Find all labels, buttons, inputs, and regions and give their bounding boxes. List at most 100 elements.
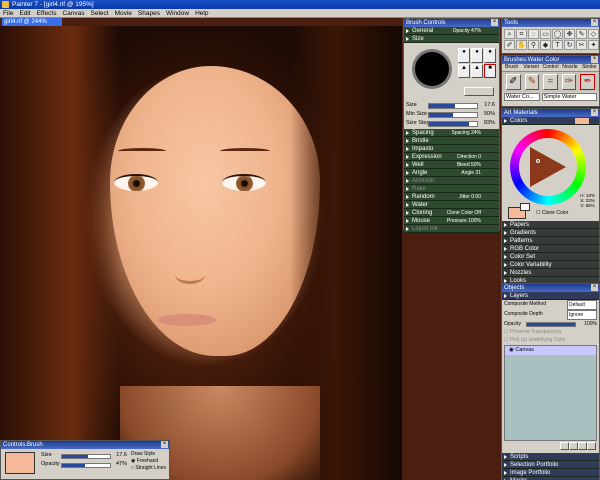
section-rake[interactable]: Rake: [404, 185, 499, 193]
dropper-icon[interactable]: ⚲: [528, 40, 539, 50]
menu-window[interactable]: Window: [166, 10, 189, 17]
dab-shape-4[interactable]: ▲: [458, 63, 470, 78]
layer-canvas-row[interactable]: ◉ Canvas: [505, 346, 596, 355]
section-bristle[interactable]: Bristle: [404, 137, 499, 145]
eye-icon[interactable]: ◉: [509, 347, 514, 353]
dab-shape-1[interactable]: ●: [458, 48, 470, 63]
brush-variant-select[interactable]: Simple Water: [541, 93, 597, 101]
expand-triangle-icon[interactable]: [406, 227, 409, 231]
menu-file[interactable]: File: [3, 10, 13, 17]
section-well[interactable]: Well Bleed 50%: [404, 161, 499, 169]
painting-canvas[interactable]: [0, 26, 402, 480]
expand-triangle-icon[interactable]: [504, 247, 507, 251]
menu-effects[interactable]: Effects: [37, 10, 57, 17]
close-icon[interactable]: ×: [591, 19, 598, 26]
expand-triangle-icon[interactable]: [406, 163, 409, 167]
brush-icon-1[interactable]: ✐: [506, 74, 521, 90]
oval-select-icon[interactable]: ◯: [552, 29, 563, 39]
section-expression[interactable]: Expression Direction 0: [404, 153, 499, 161]
section-spacing[interactable]: Spacing Spacing 24%: [404, 129, 499, 137]
section-color-set[interactable]: Color Set: [502, 253, 599, 261]
clone-color-checkbox[interactable]: ☐ Clone Color: [536, 210, 568, 216]
section-rgb-color[interactable]: RGB Color: [502, 245, 599, 253]
dab-shape-6[interactable]: ■: [484, 63, 496, 78]
expand-triangle-icon[interactable]: [504, 255, 507, 259]
expand-triangle-icon[interactable]: [504, 271, 507, 275]
saturation-triangle[interactable]: [530, 147, 566, 187]
close-icon[interactable]: ×: [491, 19, 498, 26]
dab-shape-2[interactable]: ●: [471, 48, 483, 63]
expand-triangle-icon[interactable]: [406, 195, 409, 199]
brush-icon-watercolor-selected[interactable]: ✒: [580, 74, 595, 90]
expand-triangle-icon[interactable]: [406, 155, 409, 159]
section-size[interactable]: Size: [404, 35, 499, 43]
section-mouse[interactable]: Mouse Pressure 100%: [404, 217, 499, 225]
expand-triangle-icon[interactable]: [406, 139, 409, 143]
section-angle[interactable]: Angle Angle 31: [404, 169, 499, 177]
expand-triangle-icon[interactable]: [504, 239, 507, 243]
section-papers[interactable]: Papers: [502, 221, 599, 229]
expand-triangle-icon[interactable]: [406, 179, 409, 183]
layer-opacity-slider[interactable]: [526, 322, 576, 327]
hue-ring[interactable]: [510, 129, 586, 205]
controls-opacity-slider[interactable]: [61, 463, 111, 468]
section-general[interactable]: General Opacity 47%: [404, 27, 499, 35]
brush-icon-4[interactable]: ✑: [561, 74, 577, 90]
expand-triangle-icon[interactable]: [406, 131, 409, 135]
shape-icon[interactable]: ◇: [588, 29, 599, 39]
zoom-icon[interactable]: ⌕: [504, 29, 515, 39]
menu-help[interactable]: Help: [195, 10, 208, 17]
layer-options-icon[interactable]: [569, 442, 578, 450]
section-random[interactable]: Random Jitter 0.00: [404, 193, 499, 201]
section-layers[interactable]: Layers: [502, 292, 599, 300]
size-slider-row[interactable]: Size 17.6: [406, 101, 497, 110]
controls-color-swatch[interactable]: [5, 452, 35, 474]
close-icon[interactable]: ×: [591, 109, 598, 116]
section-color-variability[interactable]: Color Variability: [502, 261, 599, 269]
section-patterns[interactable]: Patterns: [502, 237, 599, 245]
brush-category-select[interactable]: Water Co...: [504, 93, 540, 101]
expand-triangle-icon[interactable]: [406, 203, 409, 207]
section-cloning[interactable]: Cloning Clone Color Off: [404, 209, 499, 217]
scissors-icon[interactable]: ✂: [576, 40, 587, 50]
section-scripts[interactable]: Scripts: [502, 453, 599, 461]
menu-shapes[interactable]: Shapes: [138, 10, 160, 17]
text-icon[interactable]: T: [552, 40, 563, 50]
section-liquid-ink[interactable]: Liquid Ink: [404, 225, 499, 233]
close-icon[interactable]: ×: [591, 56, 598, 63]
expand-triangle-icon[interactable]: [504, 455, 507, 459]
section-colors[interactable]: Colors: [502, 117, 599, 125]
composite-depth-select[interactable]: Ignore: [567, 310, 597, 320]
expand-triangle-icon[interactable]: [504, 471, 507, 475]
expand-triangle-icon[interactable]: [504, 231, 507, 235]
section-impasto[interactable]: Impasto: [404, 145, 499, 153]
grabber-icon[interactable]: ✋: [516, 40, 527, 50]
brush-icon-3[interactable]: ≈: [543, 74, 558, 90]
tab-control[interactable]: Control: [541, 64, 560, 71]
mask-icon[interactable]: [578, 442, 587, 450]
expand-triangle-icon[interactable]: [504, 463, 507, 467]
expand-triangle-icon[interactable]: [406, 187, 409, 191]
freehand-radio[interactable]: ◉ Freehand: [131, 458, 166, 465]
close-icon[interactable]: ×: [591, 284, 598, 291]
color-picker-handle[interactable]: [536, 159, 540, 163]
crop-icon[interactable]: ⌗: [516, 29, 527, 39]
rect-select-icon[interactable]: ▭: [540, 29, 551, 39]
menu-movie[interactable]: Movie: [115, 10, 132, 17]
secondary-color-swatch[interactable]: [520, 203, 530, 211]
composite-method-select[interactable]: Default: [567, 300, 597, 310]
section-image-portfolio[interactable]: Image Portfolio: [502, 469, 599, 477]
expand-triangle-icon[interactable]: [504, 263, 507, 267]
menu-canvas[interactable]: Canvas: [62, 10, 84, 17]
size-step-row[interactable]: Size Step 83%: [406, 119, 497, 128]
build-button[interactable]: [464, 87, 494, 96]
section-airbrush[interactable]: Airbrush: [404, 177, 499, 185]
preserve-transparency-checkbox[interactable]: ☐ Preserve Transparency: [504, 328, 597, 336]
bucket-icon[interactable]: ◆: [540, 40, 551, 50]
move-icon[interactable]: ✥: [564, 29, 575, 39]
straight-lines-radio[interactable]: ○ Straight Lines: [131, 465, 166, 472]
trash-icon[interactable]: [587, 442, 596, 450]
tab-nozzle[interactable]: Nozzle: [560, 64, 579, 71]
rotate-icon[interactable]: ↻: [564, 40, 575, 50]
section-nozzles[interactable]: Nozzles: [502, 269, 599, 277]
